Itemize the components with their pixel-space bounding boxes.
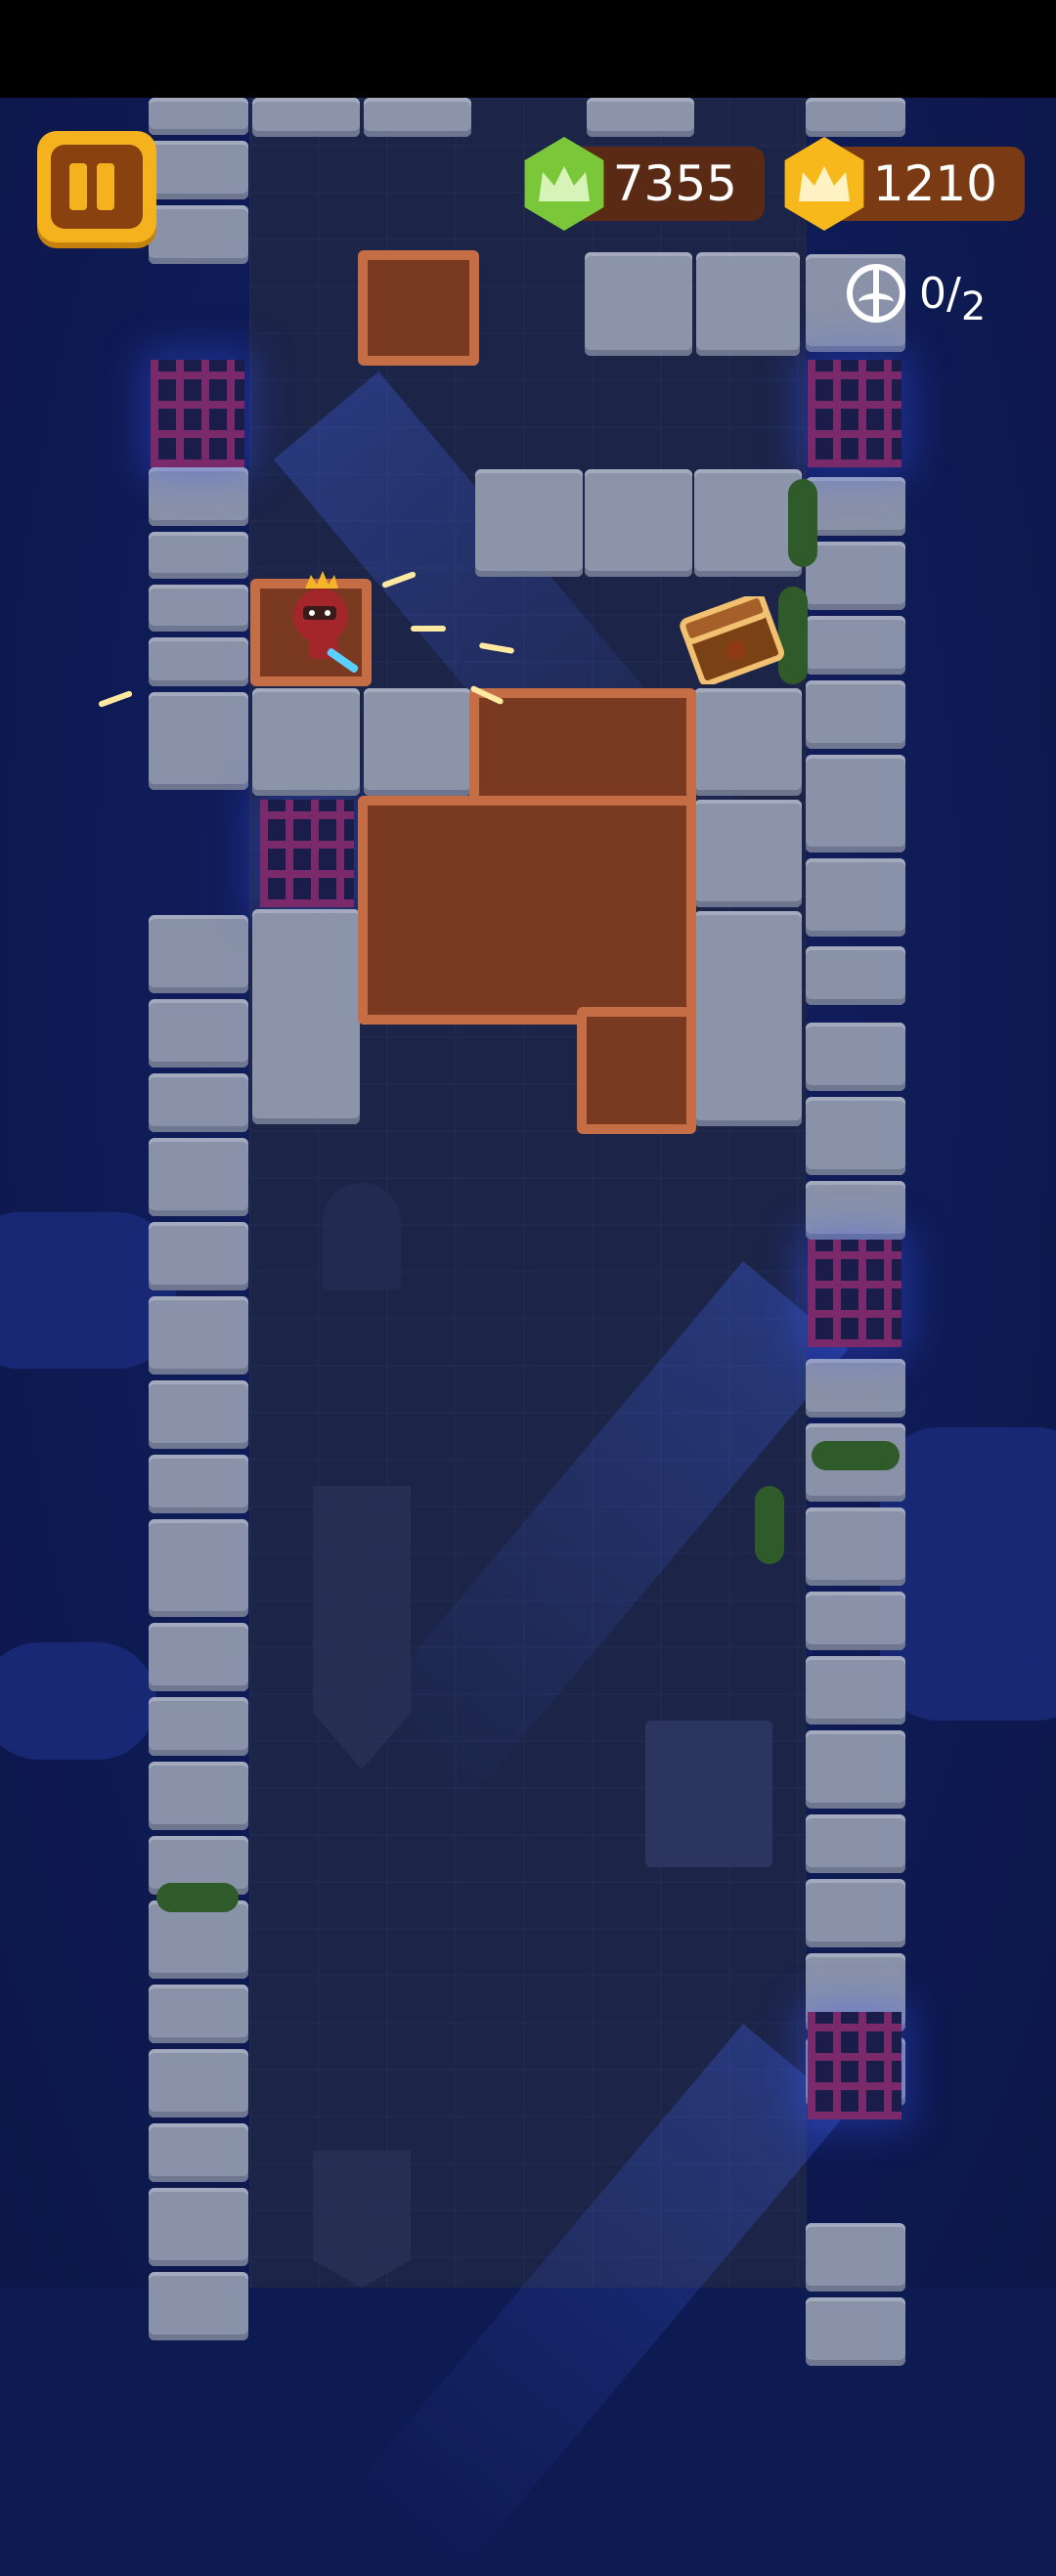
dirt-block [358, 796, 696, 1025]
stone-block [694, 469, 802, 577]
dig-spark [411, 626, 446, 632]
stone-block [696, 252, 800, 356]
hanging-banner [313, 1486, 411, 1769]
portcullis-gate [808, 360, 902, 467]
moss [755, 1486, 784, 1564]
moss [788, 479, 817, 567]
escapee-counter: 0/2 [847, 264, 986, 329]
dirt-block [577, 1007, 696, 1134]
stone-block [587, 98, 694, 137]
stone-block [364, 688, 471, 796]
cloud [0, 1642, 156, 1760]
stone-block [364, 98, 471, 137]
portrait-frame [645, 1721, 772, 1867]
treasure-chest-icon [680, 596, 785, 684]
portcullis-gate [260, 800, 354, 907]
green-crown-count: 7355 [612, 155, 737, 212]
hero-king-icon [293, 571, 359, 674]
pause-button[interactable] [37, 131, 156, 242]
dirt-block [358, 250, 479, 366]
stone-block [694, 911, 802, 1126]
gold-crown-count: 1210 [872, 155, 997, 212]
escapees-collected: 0 [919, 268, 946, 319]
moss [156, 1883, 239, 1912]
status-bar [0, 0, 1056, 98]
stone-block [475, 469, 583, 577]
portcullis-gate [151, 360, 244, 467]
stone-block [694, 688, 802, 796]
moss [812, 1441, 900, 1470]
counter-slash: / [946, 268, 961, 319]
wall-niche [323, 1183, 401, 1290]
stone-block [252, 98, 360, 137]
stone-block [252, 688, 360, 796]
portcullis-gate [808, 2012, 902, 2119]
escapees-total: 2 [960, 284, 987, 329]
stone-block [585, 252, 692, 356]
pause-icon [51, 145, 143, 229]
stone-block [252, 909, 360, 1124]
stone-block [694, 800, 802, 907]
hanging-banner [313, 2151, 411, 2288]
stone-block [585, 469, 692, 577]
portcullis-gate [808, 1240, 902, 1347]
peace-sign-icon [847, 264, 905, 323]
